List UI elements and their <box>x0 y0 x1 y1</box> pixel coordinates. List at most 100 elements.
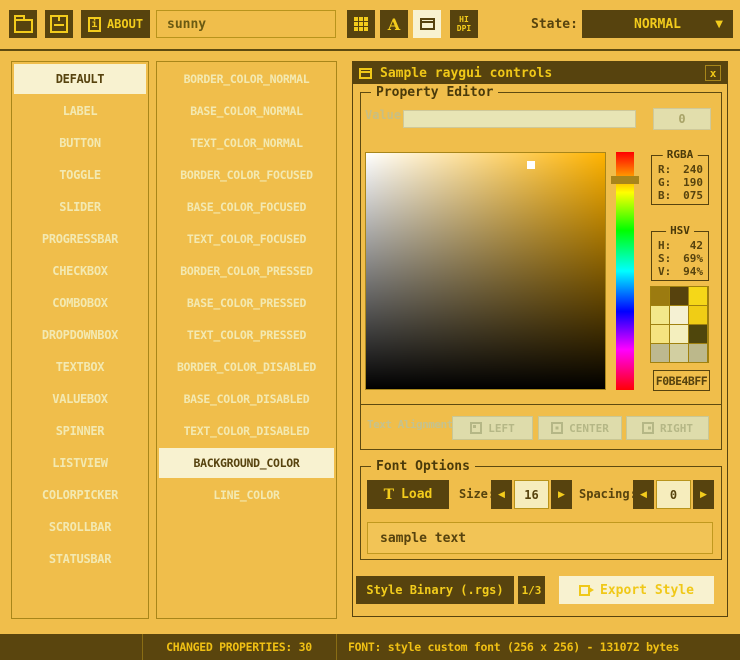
control-item-colorpicker[interactable]: COLORPICKER <box>14 480 146 510</box>
property-item-background_color[interactable]: BACKGROUND_COLOR <box>159 448 334 478</box>
control-item-valuebox[interactable]: VALUEBOX <box>14 384 146 414</box>
size-value-box[interactable]: 16 <box>514 480 549 509</box>
status-divider <box>336 634 337 660</box>
property-item-text_color_normal[interactable]: TEXT_COLOR_NORMAL <box>159 128 334 158</box>
chevron-left-icon: ◀ <box>640 490 647 500</box>
control-item-scrollbar[interactable]: SCROLLBAR <box>14 512 146 542</box>
window-icon <box>359 68 372 79</box>
property-item-border_color_normal[interactable]: BORDER_COLOR_NORMAL <box>159 64 334 94</box>
property-item-border_color_pressed[interactable]: BORDER_COLOR_PRESSED <box>159 256 334 286</box>
chevron-left-icon: ◀ <box>498 490 505 500</box>
window-icon <box>420 18 435 30</box>
palette-swatch-10[interactable] <box>670 344 688 362</box>
hsv-group: HSV H:42 S:69% V:94% <box>651 231 709 281</box>
export-style-button[interactable]: Export Style <box>559 576 714 604</box>
hsv-value-row: V:94% <box>658 265 703 278</box>
export-icon <box>579 585 590 596</box>
palette-swatch-4[interactable] <box>670 306 688 324</box>
hue-slider-handle[interactable] <box>611 176 639 184</box>
control-item-spinner[interactable]: SPINNER <box>14 416 146 446</box>
hidpi-button[interactable]: HI DPI <box>450 10 478 38</box>
state-value: NORMAL <box>634 17 681 32</box>
control-item-checkbox[interactable]: CHECKBOX <box>14 256 146 286</box>
size-increment-button[interactable]: ▶ <box>551 480 572 509</box>
control-item-slider[interactable]: SLIDER <box>14 192 146 222</box>
state-label: State: <box>531 17 578 32</box>
text-alignment-label: Text Alignment: <box>367 418 459 431</box>
save-file-button[interactable] <box>45 10 73 38</box>
size-decrement-button[interactable]: ◀ <box>491 480 512 509</box>
open-file-button[interactable] <box>9 10 37 38</box>
style-name-input[interactable] <box>156 10 336 38</box>
property-item-base_color_focused[interactable]: BASE_COLOR_FOCUSED <box>159 192 334 222</box>
hsv-saturation-row: S:69% <box>658 252 703 265</box>
value-box[interactable]: 0 <box>653 108 711 130</box>
property-item-base_color_normal[interactable]: BASE_COLOR_NORMAL <box>159 96 334 126</box>
font-load-button[interactable]: T Load <box>367 480 449 509</box>
hex-value-box[interactable]: F0BE4BFF <box>653 370 710 391</box>
toolbar-separator <box>0 49 740 51</box>
control-item-progressbar[interactable]: PROGRESSBAR <box>14 224 146 254</box>
palette-swatch-6[interactable] <box>651 325 669 343</box>
palette-swatch-7[interactable] <box>670 325 688 343</box>
property-item-base_color_pressed[interactable]: BASE_COLOR_PRESSED <box>159 288 334 318</box>
hue-bar[interactable] <box>616 152 634 390</box>
align-center-button[interactable]: CENTER <box>538 416 622 440</box>
color-picker-panel[interactable] <box>365 152 606 390</box>
control-item-statusbar[interactable]: STATUSBAR <box>14 544 146 574</box>
window-titlebar[interactable]: Sample raygui controls x <box>353 62 727 84</box>
window-title: Sample raygui controls <box>380 66 552 81</box>
control-item-toggle[interactable]: TOGGLE <box>14 160 146 190</box>
palette-swatch-0[interactable] <box>651 287 669 305</box>
style-binary-format-button[interactable]: Style Binary (.rgs) <box>356 576 514 604</box>
spacing-increment-button[interactable]: ▶ <box>693 480 714 509</box>
palette-swatch-3[interactable] <box>651 306 669 324</box>
property-editor-divider <box>360 404 722 405</box>
align-right-button[interactable]: RIGHT <box>626 416 709 440</box>
property-item-text_color_disabled[interactable]: TEXT_COLOR_DISABLED <box>159 416 334 446</box>
property-item-line_color[interactable]: LINE_COLOR <box>159 480 334 510</box>
property-item-text_color_pressed[interactable]: TEXT_COLOR_PRESSED <box>159 320 334 350</box>
status-bar: CHANGED PROPERTIES: 30 FONT: style custo… <box>0 634 740 660</box>
spacing-value-box[interactable]: 0 <box>656 480 691 509</box>
control-item-textbox[interactable]: TEXTBOX <box>14 352 146 382</box>
control-item-button[interactable]: BUTTON <box>14 128 146 158</box>
property-editor-label: Property Editor <box>371 85 498 100</box>
about-button[interactable]: ABOUT <box>81 10 150 38</box>
rguistyler-app: ABOUT A HI DPI State: NORMAL ▼ DEFAULTLA… <box>0 0 740 660</box>
sample-text-input[interactable]: sample text <box>367 522 713 554</box>
color-picker-cursor[interactable] <box>527 161 535 169</box>
control-item-label[interactable]: LABEL <box>14 96 146 126</box>
property-item-border_color_disabled[interactable]: BORDER_COLOR_DISABLED <box>159 352 334 382</box>
controls-window-mode-button[interactable] <box>413 10 441 38</box>
rgba-blue-row: B:075 <box>658 189 703 202</box>
save-icon <box>50 15 68 33</box>
property-item-base_color_disabled[interactable]: BASE_COLOR_DISABLED <box>159 384 334 414</box>
property-item-border_color_focused[interactable]: BORDER_COLOR_FOCUSED <box>159 160 334 190</box>
palette-swatch-8[interactable] <box>689 325 707 343</box>
chevron-right-icon: ▶ <box>700 490 707 500</box>
font-options-label: Font Options <box>371 459 475 474</box>
value-slider[interactable] <box>403 110 636 128</box>
chevron-right-icon: ▶ <box>558 490 565 500</box>
rgba-red-row: R:240 <box>658 163 703 176</box>
style-color-palette <box>650 286 709 363</box>
format-pager[interactable]: 1/3 <box>518 576 545 604</box>
style-table-mode-button[interactable] <box>347 10 375 38</box>
spacing-decrement-button[interactable]: ◀ <box>633 480 654 509</box>
palette-swatch-5[interactable] <box>689 306 707 324</box>
control-item-combobox[interactable]: COMBOBOX <box>14 288 146 318</box>
control-item-default[interactable]: DEFAULT <box>14 64 146 94</box>
palette-swatch-2[interactable] <box>689 287 707 305</box>
grid-icon <box>354 17 368 31</box>
control-item-listview[interactable]: LISTVIEW <box>14 448 146 478</box>
align-left-button[interactable]: LEFT <box>452 416 533 440</box>
state-dropdown[interactable]: NORMAL ▼ <box>582 10 733 38</box>
palette-swatch-9[interactable] <box>651 344 669 362</box>
palette-swatch-11[interactable] <box>689 344 707 362</box>
palette-swatch-1[interactable] <box>670 287 688 305</box>
font-mode-button[interactable]: A <box>380 10 408 38</box>
property-item-text_color_focused[interactable]: TEXT_COLOR_FOCUSED <box>159 224 334 254</box>
control-item-dropdownbox[interactable]: DROPDOWNBOX <box>14 320 146 350</box>
close-icon[interactable]: x <box>705 65 721 81</box>
